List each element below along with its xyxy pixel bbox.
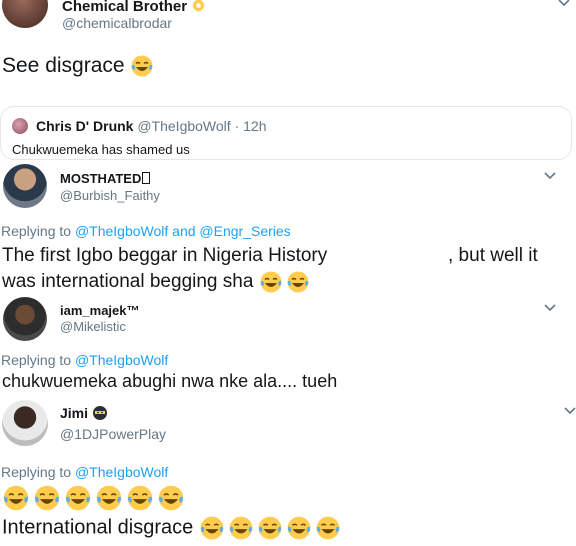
- quote-author-name[interactable]: Chris D' Drunk: [36, 118, 133, 134]
- chevron-down-icon[interactable]: [562, 406, 576, 416]
- tweet1-author-handle[interactable]: @chemicalbrodar: [62, 15, 172, 31]
- replying-prefix: Replying to: [1, 464, 72, 480]
- reply3-text: International disgrace: [2, 515, 341, 541]
- tweet1-text-content: See disgrace: [2, 54, 125, 77]
- quote-header: Chris D' Drunk @TheIgboWolf · 12h: [36, 118, 267, 134]
- reply1-author-handle[interactable]: @Burbish_Faithy: [60, 188, 160, 203]
- reply1-text-line1-a: The first Igbo beggar in Nigeria History: [2, 245, 328, 266]
- reply1-replying-to: Replying to @TheIgboWolf and @Engr_Serie…: [1, 223, 291, 239]
- avatar-chris-d-drunk[interactable]: [12, 118, 28, 134]
- quote-timestamp[interactable]: · 12h: [235, 118, 267, 134]
- reply3-author-handle[interactable]: @1DJPowerPlay: [60, 426, 166, 442]
- reply1-author-name[interactable]: MOSTHATED: [60, 171, 151, 186]
- replying-to-link[interactable]: @TheIgboWolf and @Engr_Series: [75, 223, 291, 239]
- tears-of-joy-icon: [260, 271, 282, 293]
- tweet1-author-name[interactable]: Chemical Brother: [62, 0, 206, 15]
- reply2-replying-to: Replying to @TheIgboWolf: [1, 352, 168, 368]
- reply1-text-line1-b: , but well it: [448, 245, 538, 266]
- reply1-emoji-row: [259, 270, 310, 294]
- avatar-iam-majek[interactable]: [3, 297, 47, 341]
- reply3-emoji-row: [2, 484, 185, 512]
- avatar-mosthated[interactable]: [3, 164, 47, 208]
- reply3-emoji-line: [2, 484, 185, 512]
- tweet1-text: See disgrace: [2, 54, 154, 78]
- ok-hand-icon: [193, 0, 205, 12]
- chevron-down-icon[interactable]: [542, 303, 558, 313]
- replying-to-link[interactable]: @TheIgboWolf: [75, 352, 168, 368]
- tears-of-joy-icon: [96, 485, 122, 511]
- avatar-jimi[interactable]: [2, 400, 48, 446]
- reply1-author-name-text: MOSTHATED: [60, 171, 142, 186]
- tweet1-emoji: [130, 54, 154, 78]
- tears-of-joy-icon: [316, 516, 340, 540]
- reply1-text-line2-content: was international begging sha: [2, 271, 254, 293]
- reply3-trailing-emoji-row: [199, 515, 341, 541]
- reply2-author-handle[interactable]: @Mikelistic: [60, 319, 126, 334]
- reply1-text-line2: was international begging sha: [2, 270, 310, 294]
- tears-of-joy-icon: [229, 516, 253, 540]
- avatar-chemical-brother[interactable]: [2, 0, 48, 28]
- reply3-author-name-text: Jimi: [60, 405, 89, 421]
- tears-of-joy-icon: [127, 485, 153, 511]
- tears-of-joy-icon: [287, 271, 309, 293]
- chevron-down-icon[interactable]: [542, 171, 558, 181]
- reply3-text-content: International disgrace: [2, 516, 194, 539]
- chevron-down-icon[interactable]: [556, 0, 572, 8]
- replying-to-link[interactable]: @TheIgboWolf: [75, 464, 168, 480]
- replying-prefix: Replying to: [1, 223, 72, 239]
- reply2-text: chukwuemeka abughi nwa nke ala.... tueh: [2, 371, 338, 391]
- reply3-author-name[interactable]: Jimi: [60, 405, 108, 421]
- quote-author-handle[interactable]: @TheIgboWolf: [137, 118, 230, 134]
- tears-of-joy-icon: [65, 485, 91, 511]
- author-name-text: Chemical Brother: [62, 0, 188, 15]
- tears-of-joy-icon: [34, 485, 60, 511]
- tears-of-joy-icon: [200, 516, 224, 540]
- tears-of-joy-icon: [258, 516, 282, 540]
- reply2-author-name[interactable]: iam_majek™: [60, 303, 140, 318]
- missing-glyph-icon: [142, 172, 151, 184]
- tears-of-joy-icon: [158, 485, 184, 511]
- tears-of-joy-icon: [287, 516, 311, 540]
- tears-of-joy-icon: [131, 55, 153, 77]
- quote-text: Chukwuemeka has shamed us: [12, 142, 190, 157]
- reply3-replying-to: Replying to @TheIgboWolf: [1, 464, 168, 480]
- tears-of-joy-icon: [3, 485, 29, 511]
- ninja-icon: [92, 406, 107, 420]
- replying-prefix: Replying to: [1, 352, 72, 368]
